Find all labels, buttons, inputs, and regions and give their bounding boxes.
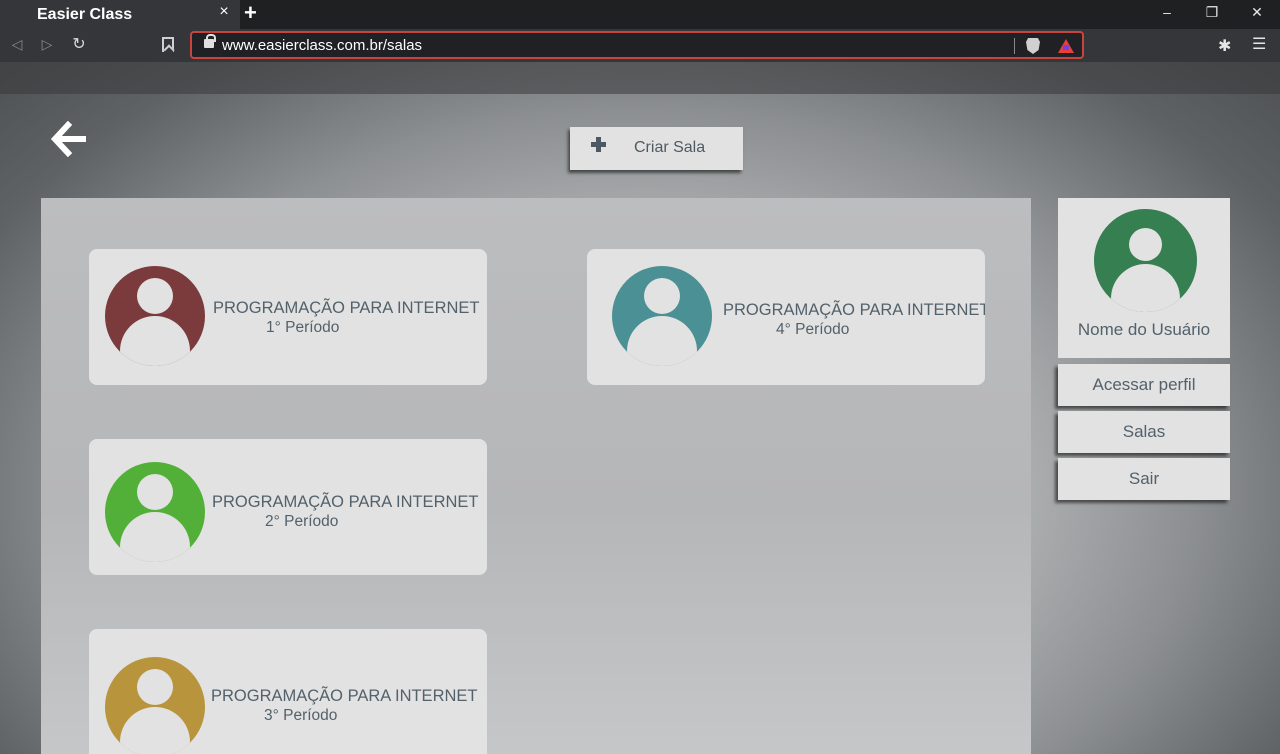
room-card[interactable]: PROGRAMAÇÃO PARA INTERNET 1° Período bbox=[89, 249, 487, 385]
room-period: 2° Período bbox=[265, 513, 339, 530]
room-card[interactable]: PROGRAMAÇÃO PARA INTERNET 4° Período bbox=[587, 249, 985, 385]
avatar-head bbox=[137, 474, 173, 510]
plus-icon bbox=[591, 137, 606, 152]
reload-icon[interactable]: ↻ bbox=[70, 34, 88, 54]
brave-rewards-icon[interactable] bbox=[1058, 39, 1074, 53]
avatar-body bbox=[1111, 264, 1180, 312]
back-icon[interactable]: ◁ bbox=[8, 36, 26, 53]
restore-button[interactable]: ❐ bbox=[1202, 4, 1222, 21]
create-room-label: Criar Sala bbox=[634, 139, 706, 156]
rooms-button[interactable]: Salas bbox=[1058, 411, 1230, 453]
room-period: 4° Período bbox=[776, 321, 850, 338]
avatar-body bbox=[120, 316, 190, 366]
minimize-button[interactable]: – bbox=[1157, 4, 1177, 20]
room-title: PROGRAMAÇÃO PARA INTERNET bbox=[723, 301, 985, 319]
avatar-head bbox=[137, 669, 173, 705]
access-profile-label: Acessar perfil bbox=[1092, 375, 1196, 394]
browser-tab-strip: Easier Class × + – ❐ ✕ bbox=[0, 0, 1280, 29]
avatar-body bbox=[120, 707, 190, 754]
room-avatar bbox=[105, 266, 205, 366]
room-period: 1° Período bbox=[266, 319, 340, 336]
room-avatar bbox=[612, 266, 712, 366]
lock-icon[interactable] bbox=[204, 34, 216, 48]
room-card[interactable]: PROGRAMAÇÃO PARA INTERNET 2° Período bbox=[89, 439, 487, 575]
back-arrow-icon[interactable] bbox=[50, 121, 90, 157]
rooms-label: Salas bbox=[1122, 422, 1166, 441]
tab-title: Easier Class bbox=[37, 6, 133, 23]
user-avatar[interactable] bbox=[1094, 209, 1197, 312]
logout-button[interactable]: Sair bbox=[1058, 458, 1230, 500]
room-title: PROGRAMAÇÃO PARA INTERNET bbox=[212, 493, 479, 511]
brave-shields-icon[interactable] bbox=[1026, 38, 1040, 54]
profile-card: Nome do Usuário bbox=[1058, 198, 1230, 358]
address-divider bbox=[1014, 38, 1015, 54]
room-avatar bbox=[105, 462, 205, 562]
page-content: Criar Sala PROGRAMAÇÃO PARA INTERNET 1° … bbox=[0, 62, 1280, 754]
create-room-button[interactable]: Criar Sala bbox=[570, 127, 743, 170]
access-profile-button[interactable]: Acessar perfil bbox=[1058, 364, 1230, 406]
rooms-panel: PROGRAMAÇÃO PARA INTERNET 1° Período PRO… bbox=[41, 198, 1031, 754]
extensions-icon[interactable]: ✱ bbox=[1218, 36, 1231, 56]
browser-tab[interactable]: Easier Class × bbox=[0, 0, 240, 29]
avatar-body bbox=[120, 512, 190, 562]
room-period: 3° Período bbox=[264, 707, 338, 724]
room-title: PROGRAMAÇÃO PARA INTERNET bbox=[211, 687, 478, 705]
page-top-band bbox=[0, 62, 1280, 94]
avatar-head bbox=[137, 278, 173, 314]
bookmark-icon[interactable] bbox=[162, 37, 174, 52]
tab-close-icon[interactable]: × bbox=[216, 3, 232, 21]
avatar-head bbox=[644, 278, 680, 314]
logout-label: Sair bbox=[1128, 469, 1160, 488]
browser-toolbar: ◁ ▷ ↻ www.easierclass.com.br/salas ✱ ☰ bbox=[0, 29, 1280, 62]
avatar-body bbox=[627, 316, 697, 366]
avatar-head bbox=[1129, 228, 1162, 261]
forward-icon[interactable]: ▷ bbox=[38, 36, 56, 53]
address-bar[interactable]: www.easierclass.com.br/salas bbox=[190, 31, 1084, 59]
url-text[interactable]: www.easierclass.com.br/salas bbox=[222, 37, 422, 54]
new-tab-button[interactable]: + bbox=[244, 0, 257, 26]
room-card[interactable]: PROGRAMAÇÃO PARA INTERNET 3° Período bbox=[89, 629, 487, 754]
browser-menu-icon[interactable]: ☰ bbox=[1252, 34, 1266, 54]
room-title: PROGRAMAÇÃO PARA INTERNET bbox=[213, 299, 480, 317]
close-window-button[interactable]: ✕ bbox=[1247, 4, 1267, 21]
room-avatar bbox=[105, 657, 205, 754]
user-name: Nome do Usuário bbox=[1077, 320, 1211, 339]
